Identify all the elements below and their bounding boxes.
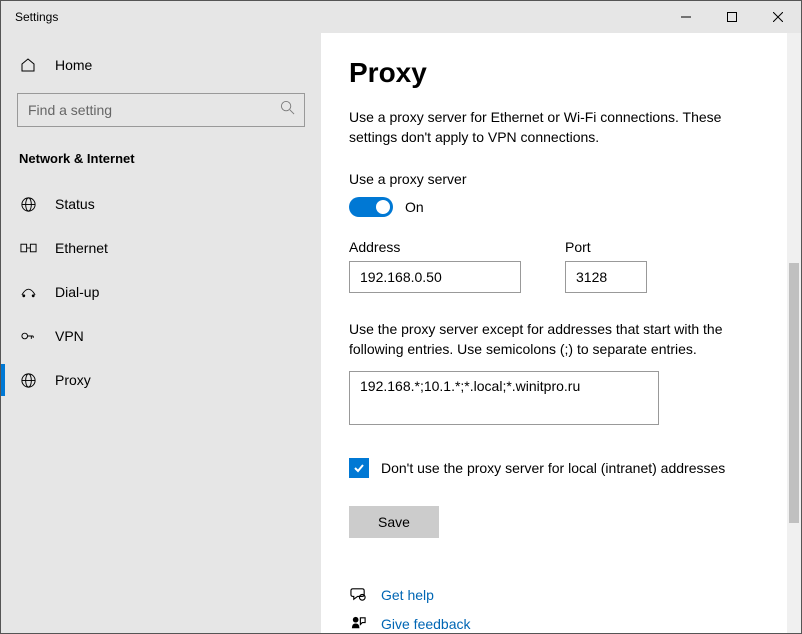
- proxy-icon: [19, 372, 37, 389]
- content-pane: Proxy Use a proxy server for Ethernet or…: [321, 33, 801, 633]
- dialup-icon: [19, 285, 37, 299]
- get-help-link[interactable]: Get help: [381, 587, 434, 603]
- window-controls: [663, 1, 801, 33]
- maximize-icon: [727, 12, 737, 22]
- close-icon: [773, 12, 783, 22]
- minimize-button[interactable]: [663, 1, 709, 33]
- address-label: Address: [349, 239, 521, 255]
- sidebar-item-proxy[interactable]: Proxy: [1, 358, 321, 402]
- sidebar-item-label: Ethernet: [55, 240, 108, 256]
- sidebar-item-dialup[interactable]: Dial-up: [1, 270, 321, 314]
- window-title: Settings: [1, 10, 58, 24]
- titlebar: Settings: [1, 1, 801, 33]
- sidebar-item-label: Dial-up: [55, 284, 99, 300]
- save-button[interactable]: Save: [349, 506, 439, 538]
- help-icon: [349, 586, 367, 603]
- close-button[interactable]: [755, 1, 801, 33]
- category-header: Network & Internet: [1, 127, 321, 182]
- scrollbar-thumb[interactable]: [789, 263, 799, 523]
- feedback-icon: [349, 615, 367, 632]
- sidebar-item-status[interactable]: Status: [1, 182, 321, 226]
- status-icon: [19, 196, 37, 213]
- sidebar-item-ethernet[interactable]: Ethernet: [1, 226, 321, 270]
- sidebar-item-vpn[interactable]: VPN: [1, 314, 321, 358]
- ethernet-icon: [19, 241, 37, 255]
- sidebar-item-label: Status: [55, 196, 95, 212]
- local-bypass-checkbox[interactable]: [349, 458, 369, 478]
- home-button[interactable]: Home: [1, 45, 321, 85]
- give-feedback-link[interactable]: Give feedback: [381, 616, 471, 632]
- sidebar-item-label: VPN: [55, 328, 84, 344]
- port-label: Port: [565, 239, 647, 255]
- vpn-icon: [19, 329, 37, 343]
- toggle-state-label: On: [405, 199, 424, 215]
- search-icon: [280, 100, 295, 120]
- check-icon: [352, 461, 366, 475]
- exceptions-description: Use the proxy server except for addresse…: [349, 319, 773, 359]
- sidebar: Home Network & Internet Status Ethernet: [1, 33, 321, 633]
- home-label: Home: [55, 57, 92, 73]
- page-title: Proxy: [349, 57, 773, 89]
- scrollbar[interactable]: [787, 33, 801, 633]
- page-description: Use a proxy server for Ethernet or Wi-Fi…: [349, 107, 773, 147]
- exceptions-input[interactable]: [349, 371, 659, 425]
- home-icon: [19, 57, 37, 73]
- use-proxy-toggle[interactable]: [349, 197, 393, 217]
- use-proxy-label: Use a proxy server: [349, 171, 773, 187]
- sidebar-item-label: Proxy: [55, 372, 91, 388]
- search-input[interactable]: [17, 93, 305, 127]
- maximize-button[interactable]: [709, 1, 755, 33]
- address-input[interactable]: [349, 261, 521, 293]
- minimize-icon: [681, 12, 691, 22]
- port-input[interactable]: [565, 261, 647, 293]
- local-bypass-label: Don't use the proxy server for local (in…: [381, 460, 725, 476]
